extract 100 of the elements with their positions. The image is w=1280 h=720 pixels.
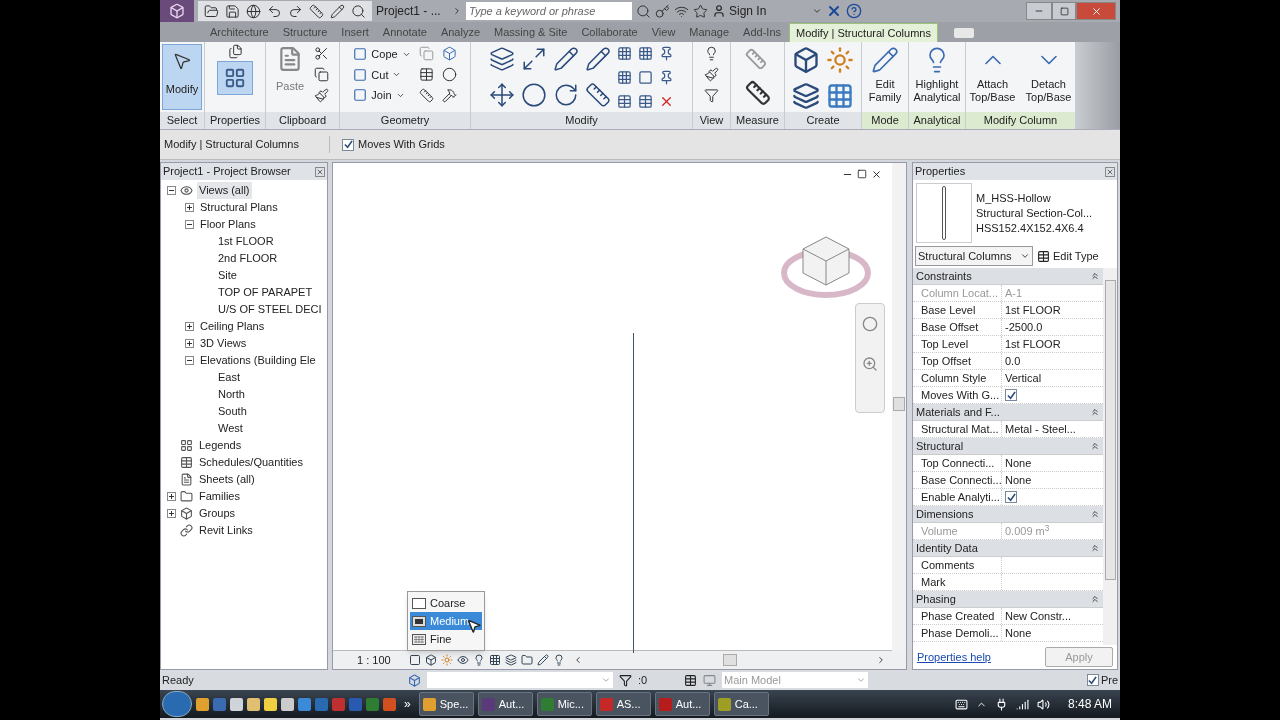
property-checkbox[interactable] <box>1005 389 1017 401</box>
view-control-icon[interactable] <box>425 654 437 666</box>
tree-item[interactable]: 1st FLOOR <box>216 233 276 250</box>
tree-item[interactable]: Sheets (all) <box>197 471 257 488</box>
filter-icon[interactable] <box>704 88 719 103</box>
view-control-icon[interactable] <box>473 654 485 666</box>
modify-tool-icon[interactable] <box>659 46 674 61</box>
circle-icon[interactable] <box>441 67 457 82</box>
edit-type-button[interactable]: Edit Type <box>1037 247 1099 265</box>
scroll-thumb[interactable] <box>1104 280 1116 580</box>
modify-tool-icon[interactable] <box>617 70 632 85</box>
create-tool-icon[interactable] <box>792 82 820 110</box>
signal-icon[interactable] <box>1015 697 1029 711</box>
paintbrush-icon[interactable] <box>314 88 330 103</box>
tree-item[interactable]: South <box>216 403 249 420</box>
app-icon[interactable] <box>264 697 277 711</box>
overflow-button[interactable]: » <box>400 695 415 713</box>
ribbon-button[interactable]: Attach Top/Base <box>966 46 1020 112</box>
keyboard-icon[interactable] <box>954 697 968 711</box>
create-tool-icon[interactable] <box>826 82 854 110</box>
taskbar-button[interactable]: Ca... <box>713 692 769 716</box>
group-header[interactable]: Dimensions <box>913 506 1103 523</box>
tree-item[interactable]: Views (all) <box>197 182 252 199</box>
property-value[interactable]: 0.0 <box>1005 352 1021 370</box>
tree-item[interactable]: 3D Views <box>198 335 249 352</box>
expand-toggle[interactable] <box>185 339 194 348</box>
group-header[interactable]: Identity Data <box>913 540 1103 557</box>
help-link[interactable]: Properties help <box>917 648 991 666</box>
view-control-icon[interactable] <box>505 654 517 666</box>
taskbar-button[interactable]: AS... <box>595 692 651 716</box>
open-icon[interactable] <box>204 3 219 19</box>
modify-tool-icon[interactable] <box>659 94 674 109</box>
tree-item[interactable]: Schedules/Quantities <box>197 454 305 471</box>
ribbon-tab[interactable]: Manage <box>683 23 736 42</box>
caret-icon[interactable] <box>812 6 822 16</box>
app-icon[interactable] <box>196 697 209 711</box>
tree-item[interactable]: Families <box>197 488 242 505</box>
modify-tool-icon[interactable] <box>617 46 632 61</box>
search-icon[interactable] <box>636 3 651 19</box>
properties-palette-button[interactable] <box>217 61 253 95</box>
scroll-thumb[interactable] <box>893 397 905 411</box>
modify-tool-icon[interactable] <box>521 82 547 108</box>
ribbon-toggle-button[interactable] <box>953 28 974 38</box>
exchange-icon[interactable] <box>826 3 842 19</box>
ribbon-button[interactable]: Edit Family <box>862 46 908 112</box>
close-icon[interactable] <box>871 169 882 180</box>
zoom-icon[interactable] <box>862 356 878 372</box>
expand-toggle[interactable] <box>185 322 194 331</box>
expand-toggle[interactable] <box>167 509 176 518</box>
property-checkbox[interactable] <box>1005 491 1017 503</box>
property-value[interactable]: Metal - Steel... <box>1005 420 1076 438</box>
help-icon[interactable] <box>846 3 862 19</box>
taskbar-button[interactable]: Mic... <box>536 692 592 716</box>
category-dropdown[interactable]: Structural Columns <box>915 246 1033 266</box>
press-drag-checkbox[interactable] <box>1086 674 1099 686</box>
type-properties-icon[interactable] <box>227 44 243 59</box>
list-icon[interactable] <box>684 673 697 687</box>
property-value[interactable]: -2500.0 <box>1005 318 1043 336</box>
modify-tool-icon[interactable] <box>553 46 579 72</box>
ribbon-tab[interactable]: Collaborate <box>575 23 644 42</box>
tree-item[interactable]: Site <box>216 267 239 284</box>
ribbon-button[interactable]: Highlight Analytical <box>910 46 964 112</box>
tree-item[interactable]: West <box>216 420 245 437</box>
group-header[interactable]: Constraints <box>913 268 1103 285</box>
tree-item[interactable]: Structural Plans <box>198 199 280 216</box>
scroll-left-icon[interactable] <box>573 655 583 665</box>
app-icon[interactable] <box>298 697 311 711</box>
modify-button[interactable]: Modify <box>162 44 202 110</box>
filter-icon[interactable] <box>619 673 632 687</box>
search-field[interactable]: Type a keyword or phrase <box>466 2 632 20</box>
expand-icon[interactable] <box>452 6 462 16</box>
sign-in-button[interactable]: Sign In <box>712 2 808 20</box>
menu-item[interactable]: Medium <box>410 612 482 630</box>
ribbon-button[interactable]: Detach Top/Base <box>1021 46 1075 112</box>
ribbon-tab[interactable]: Insert <box>335 23 375 42</box>
lightbulb-icon[interactable] <box>704 46 719 61</box>
modify-tool-icon[interactable] <box>489 46 515 72</box>
menu-item[interactable]: Coarse <box>410 594 482 612</box>
type-name-line[interactable]: Structural Section-Col... <box>976 205 1093 221</box>
view-control-icon[interactable] <box>553 654 565 666</box>
app-menu-button[interactable] <box>160 0 194 22</box>
property-value[interactable]: 1st FLOOR <box>1005 301 1061 319</box>
volume-icon[interactable] <box>1036 697 1050 711</box>
copy-icon[interactable] <box>314 67 330 82</box>
ribbon-tab[interactable]: Annotate <box>376 23 433 42</box>
active-workset-field[interactable] <box>427 672 613 688</box>
geometry-tool-button[interactable]: Join <box>353 87 411 104</box>
tree-item[interactable]: North <box>216 386 247 403</box>
tree-item[interactable]: U/S OF STEEL DECI <box>216 301 324 318</box>
undo-icon[interactable] <box>267 3 282 19</box>
tree-item[interactable]: Floor Plans <box>198 216 258 233</box>
taskbar-button[interactable]: Aut... <box>477 692 533 716</box>
start-button[interactable] <box>162 691 192 717</box>
group-header[interactable]: Materials and F... <box>913 404 1103 421</box>
create-tool-icon[interactable] <box>792 46 820 74</box>
app-icon[interactable] <box>281 697 294 711</box>
property-value[interactable]: None <box>1005 624 1032 642</box>
ribbon-tab[interactable]: Massing & Site <box>488 23 574 42</box>
modify-tool-icon[interactable] <box>638 70 653 85</box>
group-header[interactable]: Phasing <box>913 591 1103 608</box>
